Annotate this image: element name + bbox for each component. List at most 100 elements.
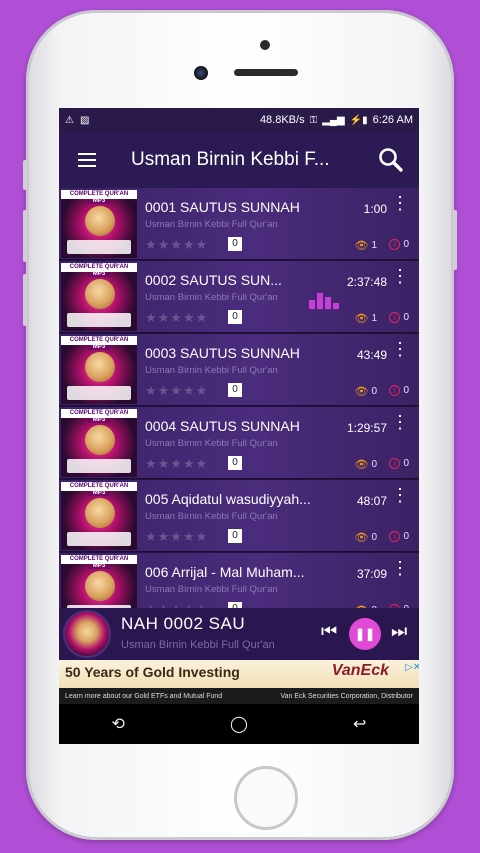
- track-list[interactable]: COMPLETE QUR'AN ONLINE MP3 0001 SAUTUS SUN…: [59, 188, 419, 608]
- track-artist: Usman Birnin Kebbi Full Qur'an: [145, 219, 278, 230]
- track-thumbnail: COMPLETE QUR'AN ONLINE MP3: [61, 482, 137, 550]
- eye-icon: 👁: [354, 240, 369, 252]
- more-vert-icon[interactable]: ⋮: [391, 486, 409, 504]
- clock: 6:26 AM: [372, 114, 413, 126]
- rating-stars[interactable]: ★★★★★: [145, 529, 208, 545]
- likes-counter: i0: [389, 312, 409, 323]
- rating-stars[interactable]: ★★★★★: [145, 310, 208, 326]
- now-playing-equalizer-icon: [309, 293, 339, 309]
- app-screen: ⚠ ▨ 48.8KB/s ⚿ ▂▄▆ ⚡▮ 6:26 AM Usman Birn…: [59, 108, 419, 744]
- track-title: 0003 SAUTUS SUNNAH: [145, 345, 300, 361]
- track-title: 0004 SAUTUS SUNNAH: [145, 418, 300, 434]
- signal-icon: ▂▄▆: [322, 114, 345, 126]
- likes-counter: i0: [389, 458, 409, 469]
- views-counter: 👁0: [354, 531, 377, 544]
- front-camera: [194, 66, 208, 80]
- track-duration: 48:07: [356, 494, 387, 508]
- rating-stars[interactable]: ★★★★★: [145, 456, 208, 472]
- more-vert-icon[interactable]: ⋮: [391, 413, 409, 431]
- views-count: 1: [371, 313, 377, 324]
- track-duration: 1:00: [363, 202, 387, 216]
- player-title: NAH 0002 SAU: [121, 614, 246, 633]
- track-artist: Usman Birnin Kebbi Full Qur'an: [145, 511, 278, 522]
- rating-stars[interactable]: ★★★★★: [145, 383, 208, 399]
- track-title: 005 Aqidatul wasudiyyah...: [145, 491, 311, 507]
- track-title: 0001 SAUTUS SUNNAH: [145, 199, 300, 215]
- track-thumbnail: COMPLETE QUR'AN ONLINE MP3: [61, 263, 137, 331]
- views-count: 1: [371, 240, 377, 251]
- reciter-photo: [85, 279, 115, 309]
- mini-player[interactable]: NAH 0002 SAU Usman Birnin Kebbi Full Qur…: [59, 608, 419, 660]
- views-counter: 👁 1: [354, 239, 377, 252]
- track-duration: 37:09: [356, 567, 387, 581]
- hamburger-icon[interactable]: [59, 132, 115, 188]
- track-artist: Usman Birnin Kebbi Full Qur'an: [145, 292, 278, 303]
- track-row[interactable]: COMPLETE QUR'AN ONLINE MP3 0004 SAUTUS SUN…: [59, 407, 419, 479]
- views-count: 0: [371, 386, 377, 397]
- eye-icon: 👁: [354, 386, 369, 398]
- adchoices-icon[interactable]: ▷✕: [405, 662, 419, 674]
- likes-count: 0: [403, 385, 409, 396]
- no-sim-icon: ▨: [79, 114, 90, 126]
- info-icon: i: [389, 239, 401, 250]
- network-speed: 48.8KB/s: [259, 114, 305, 126]
- likes-counter: i0: [389, 385, 409, 396]
- ad-banner[interactable]: 50 Years of Gold Investing VanEck ▷✕ Lea…: [59, 660, 419, 704]
- more-vert-icon[interactable]: ⋮: [391, 340, 409, 358]
- thumbnail-caption: [67, 459, 131, 473]
- track-thumbnail: COMPLETE QUR'AN ONLINE MP3: [61, 555, 137, 608]
- more-vert-icon[interactable]: ⋮: [391, 194, 409, 212]
- skip-previous-icon[interactable]: ⏮: [321, 621, 337, 642]
- earpiece-speaker: [234, 69, 298, 76]
- thumbnail-sub: MP3: [92, 563, 106, 569]
- views-counter: 👁 1: [354, 312, 377, 325]
- home-nav-icon[interactable]: ◯: [230, 714, 248, 734]
- thumbnail-caption: [67, 313, 131, 327]
- likes-count: 0: [403, 239, 409, 250]
- reciter-photo: [85, 425, 115, 455]
- track-artist: Usman Birnin Kebbi Full Qur'an: [145, 365, 278, 376]
- track-row[interactable]: COMPLETE QUR'AN ONLINE MP3 0001 SAUTUS SUN…: [59, 188, 419, 260]
- rating-stars[interactable]: ★★★★★: [145, 237, 208, 253]
- likes-count: 0: [403, 312, 409, 323]
- more-vert-icon[interactable]: ⋮: [391, 559, 409, 577]
- status-bar: ⚠ ▨ 48.8KB/s ⚿ ▂▄▆ ⚡▮ 6:26 AM: [59, 108, 419, 132]
- volume-up-button: [23, 210, 27, 262]
- eye-icon: 👁: [354, 459, 369, 471]
- search-icon[interactable]: [363, 132, 419, 188]
- likes-count: 0: [403, 531, 409, 542]
- track-row[interactable]: COMPLETE QUR'AN ONLINE MP3 0002 SAUTUS SUN…: [59, 261, 419, 333]
- player-artwork: [63, 610, 111, 658]
- ad-footer: Learn more about our Gold ETFs and Mutua…: [59, 688, 419, 704]
- views-count: 0: [371, 459, 377, 470]
- back-icon[interactable]: ↩: [353, 714, 366, 734]
- info-icon: i: [389, 385, 401, 396]
- likes-count: 0: [403, 458, 409, 469]
- track-duration: 43:49: [356, 348, 387, 362]
- track-row[interactable]: COMPLETE QUR'AN ONLINE MP3 005 Aqidatul wa…: [59, 480, 419, 552]
- reciter-photo: [85, 571, 115, 601]
- recents-icon[interactable]: ⟲: [112, 714, 125, 734]
- track-row[interactable]: COMPLETE QUR'AN ONLINE MP3 006 Arrijal - M…: [59, 553, 419, 608]
- thumbnail-sub: MP3: [92, 417, 106, 423]
- info-icon: i: [389, 458, 401, 469]
- track-title: 006 Arrijal - Mal Muham...: [145, 564, 305, 580]
- track-thumbnail: COMPLETE QUR'AN ONLINE MP3: [61, 409, 137, 477]
- track-duration: 2:37:48: [346, 275, 387, 289]
- more-vert-icon[interactable]: ⋮: [391, 267, 409, 285]
- home-button[interactable]: [234, 766, 298, 830]
- track-thumbnail: COMPLETE QUR'AN ONLINE MP3: [61, 336, 137, 404]
- proximity-sensor: [260, 40, 270, 50]
- track-thumbnail: COMPLETE QUR'AN ONLINE MP3: [61, 190, 137, 258]
- pause-icon[interactable]: ❚❚: [349, 618, 381, 650]
- app-bar: Usman Birnin Kebbi F...: [59, 132, 419, 188]
- info-icon: i: [389, 531, 401, 542]
- thumbnail-sub: MP3: [92, 198, 106, 204]
- thumbnail-sub: MP3: [92, 490, 106, 496]
- track-artist: Usman Birnin Kebbi Full Qur'an: [145, 584, 278, 595]
- silent-switch: [23, 160, 27, 190]
- eye-icon: 👁: [354, 532, 369, 544]
- track-row[interactable]: COMPLETE QUR'AN ONLINE MP3 0003 SAUTUS SUN…: [59, 334, 419, 406]
- skip-next-icon[interactable]: ⏭: [391, 621, 407, 642]
- vpn-key-icon: ⚿: [309, 114, 318, 126]
